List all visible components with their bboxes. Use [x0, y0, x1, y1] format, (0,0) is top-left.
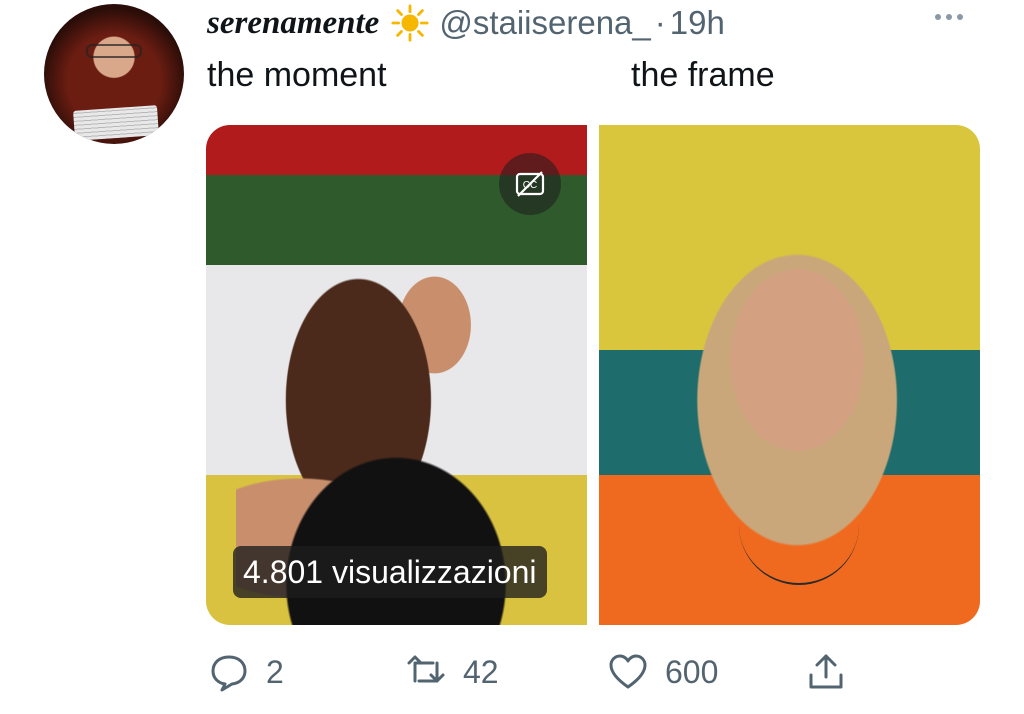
- reply-icon: [211, 655, 247, 692]
- retweet-button[interactable]: 42: [405, 650, 499, 694]
- heart-icon: [609, 654, 647, 689]
- reply-count: 2: [266, 653, 284, 690]
- like-button[interactable]: 600: [607, 650, 718, 694]
- caption-right: the frame: [631, 56, 775, 94]
- retweet-count: 42: [463, 653, 499, 690]
- more-options-icon[interactable]: [935, 10, 975, 24]
- sun-icon: [391, 4, 429, 42]
- image-thumbnail[interactable]: [599, 125, 980, 625]
- display-name[interactable]: serenamente: [207, 5, 379, 42]
- avatar-newspaper: [73, 105, 159, 141]
- avatar[interactable]: [44, 4, 184, 144]
- video-thumbnail[interactable]: CC 4.801 visualizzazioni: [206, 125, 587, 625]
- separator-dot: ·: [654, 4, 666, 41]
- tweet-time[interactable]: 19h: [670, 4, 725, 42]
- caption-left: the moment: [207, 56, 387, 94]
- view-count-badge: 4.801 visualizzazioni: [233, 546, 547, 598]
- captions-off-icon[interactable]: CC: [499, 153, 561, 215]
- reply-button[interactable]: 2: [208, 650, 284, 694]
- user-handle[interactable]: @staiiserena_: [439, 4, 650, 42]
- tweet-header: serenamente @staiiserena_ · 19h: [207, 4, 725, 42]
- share-button[interactable]: [805, 650, 847, 694]
- tweet-actions: 2 42 600: [0, 650, 1024, 694]
- like-count: 600: [665, 653, 719, 690]
- media-grid: CC 4.801 visualizzazioni: [206, 125, 980, 625]
- avatar-glasses: [86, 44, 142, 58]
- share-icon: [809, 654, 843, 689]
- image-necklace: [739, 505, 859, 585]
- retweet-icon: [407, 655, 445, 683]
